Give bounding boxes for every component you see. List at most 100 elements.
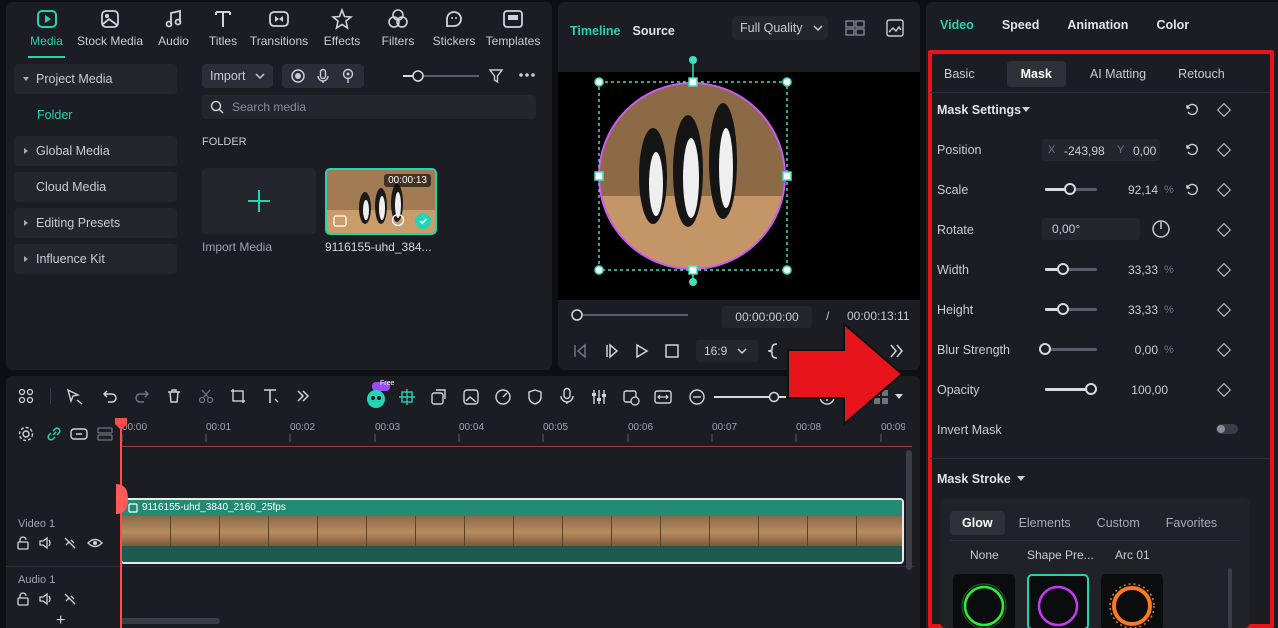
reset-icon[interactable] xyxy=(1184,142,1198,156)
sidebar-item-folder[interactable]: Folder xyxy=(37,108,72,122)
rotate-input[interactable]: 0,00° xyxy=(1042,218,1140,240)
position-y-input[interactable]: 0,00 xyxy=(1133,144,1156,158)
previous-frame-icon[interactable] xyxy=(572,343,588,359)
render-preview-icon[interactable] xyxy=(622,388,640,406)
tab-glow[interactable]: Glow xyxy=(950,511,1005,535)
tab-animation[interactable]: Animation xyxy=(1067,18,1128,32)
tab-elements[interactable]: Elements xyxy=(1007,511,1083,535)
record-screen-icon[interactable] xyxy=(290,68,306,84)
height-value[interactable]: 33,33 xyxy=(1106,303,1158,317)
opacity-slider[interactable] xyxy=(1045,383,1097,395)
sidebar-item-global-media[interactable]: Global Media xyxy=(14,136,177,166)
sidebar-item-editing-presets[interactable]: Editing Presets xyxy=(14,208,177,238)
aspect-ratio-dropdown[interactable]: 16:9 xyxy=(696,340,758,362)
track-link-icon[interactable] xyxy=(70,426,88,442)
scale-slider[interactable] xyxy=(1045,183,1097,195)
ai-image-icon[interactable] xyxy=(462,388,480,406)
zoom-slider[interactable] xyxy=(712,391,788,403)
tab-ai-matting[interactable]: AI Matting xyxy=(1076,61,1160,87)
reset-icon[interactable] xyxy=(1184,102,1198,116)
width-slider[interactable] xyxy=(1045,263,1097,275)
slider-knob[interactable] xyxy=(1063,183,1076,195)
tab-custom[interactable]: Custom xyxy=(1085,511,1152,535)
scale-value[interactable]: 92,14 xyxy=(1106,183,1158,197)
import-media-tile[interactable] xyxy=(202,168,316,234)
grid-view-icon[interactable] xyxy=(845,20,865,36)
snapshot-image-icon[interactable] xyxy=(886,19,904,37)
sidebar-item-cloud-media[interactable]: Cloud Media xyxy=(14,172,177,202)
link-icon[interactable] xyxy=(46,426,62,442)
play-icon[interactable] xyxy=(634,343,650,359)
horizontal-scrollbar[interactable] xyxy=(120,618,220,624)
undo-icon[interactable] xyxy=(102,388,118,404)
width-value[interactable]: 33,33 xyxy=(1106,263,1158,277)
slider-knob[interactable] xyxy=(1085,383,1097,395)
tab-basic[interactable]: Basic xyxy=(930,61,989,87)
tab-mask[interactable]: Mask xyxy=(1006,61,1066,87)
playback-scrubber[interactable] xyxy=(570,308,690,322)
playhead[interactable] xyxy=(120,418,122,628)
media-clip-thumbnail[interactable]: 00:00:13 xyxy=(325,168,437,235)
tab-source[interactable]: Source xyxy=(632,24,674,38)
tab-filters[interactable]: Filters xyxy=(370,2,426,58)
redo-icon[interactable] xyxy=(134,388,150,404)
mask-settings-heading[interactable]: Mask Settings xyxy=(937,103,1021,117)
eye-icon[interactable] xyxy=(87,536,103,550)
presets-scrollbar[interactable] xyxy=(1228,568,1232,628)
video-clip[interactable]: 9116155-uhd_3840_2160_25fps xyxy=(120,498,904,564)
tab-timeline[interactable]: Timeline xyxy=(570,24,620,38)
tab-templates[interactable]: Templates xyxy=(482,2,544,58)
ai-copy-icon[interactable] xyxy=(430,388,448,406)
text-tool-icon[interactable] xyxy=(262,387,280,405)
lock-icon[interactable] xyxy=(16,536,30,550)
search-input[interactable] xyxy=(232,100,512,114)
rotate-dial-icon[interactable] xyxy=(1151,219,1171,239)
zoom-out-icon[interactable] xyxy=(688,388,706,406)
lock-icon[interactable] xyxy=(16,592,30,606)
tab-color[interactable]: Color xyxy=(1156,18,1189,32)
speaker-icon[interactable] xyxy=(39,536,53,550)
more-options-icon[interactable] xyxy=(518,72,536,78)
add-track-button[interactable]: + xyxy=(56,612,65,628)
blur-strength-slider[interactable] xyxy=(1039,343,1097,355)
preset-arc[interactable] xyxy=(1101,574,1163,628)
hide-track-icon[interactable] xyxy=(63,592,77,606)
filter-icon[interactable] xyxy=(488,68,504,84)
hide-track-icon[interactable] xyxy=(63,536,77,550)
preset-none[interactable] xyxy=(953,574,1015,628)
next-frame-icon[interactable] xyxy=(604,343,620,359)
playhead-marker[interactable] xyxy=(114,484,128,514)
settings-gear-icon[interactable] xyxy=(18,426,34,442)
reset-icon[interactable] xyxy=(1184,182,1198,196)
microphone-icon[interactable] xyxy=(315,68,331,84)
voice-record-icon[interactable] xyxy=(558,387,576,405)
sidebar-item-influence-kit[interactable]: Influence Kit xyxy=(14,244,177,274)
speed-ramp-icon[interactable] xyxy=(494,388,512,406)
caret-down-icon[interactable] xyxy=(1017,476,1025,482)
voiceover-icon[interactable] xyxy=(340,68,356,84)
preset-shape[interactable] xyxy=(1027,574,1089,628)
tab-speed[interactable]: Speed xyxy=(1002,18,1040,32)
tab-stickers[interactable]: Stickers xyxy=(426,2,482,58)
select-tool-icon[interactable] xyxy=(66,388,84,406)
import-button[interactable]: Import xyxy=(202,64,273,88)
tab-video[interactable]: Video xyxy=(940,18,974,32)
tab-stock-media[interactable]: Stock Media xyxy=(75,2,145,58)
audio-mixer-icon[interactable] xyxy=(590,388,608,406)
position-x-input[interactable]: -243,98 xyxy=(1064,144,1105,158)
height-slider[interactable] xyxy=(1045,303,1097,315)
fit-timeline-icon[interactable] xyxy=(654,388,672,406)
speaker-icon[interactable] xyxy=(39,592,53,606)
blur-strength-value[interactable]: 0,00 xyxy=(1106,343,1158,357)
auto-beat-icon[interactable] xyxy=(398,388,416,406)
mark-in-icon[interactable] xyxy=(768,342,780,360)
split-scissors-icon[interactable] xyxy=(198,388,214,404)
tab-retouch[interactable]: Retouch xyxy=(1164,61,1239,87)
tab-effects[interactable]: Effects xyxy=(314,2,370,58)
stop-icon[interactable] xyxy=(664,343,680,359)
track-manager-icon[interactable] xyxy=(96,426,114,442)
tab-media[interactable]: Media xyxy=(18,2,75,58)
tab-audio[interactable]: Audio xyxy=(145,2,202,58)
sidebar-item-project-media[interactable]: Project Media xyxy=(14,64,177,94)
invert-mask-toggle[interactable] xyxy=(1216,424,1238,434)
